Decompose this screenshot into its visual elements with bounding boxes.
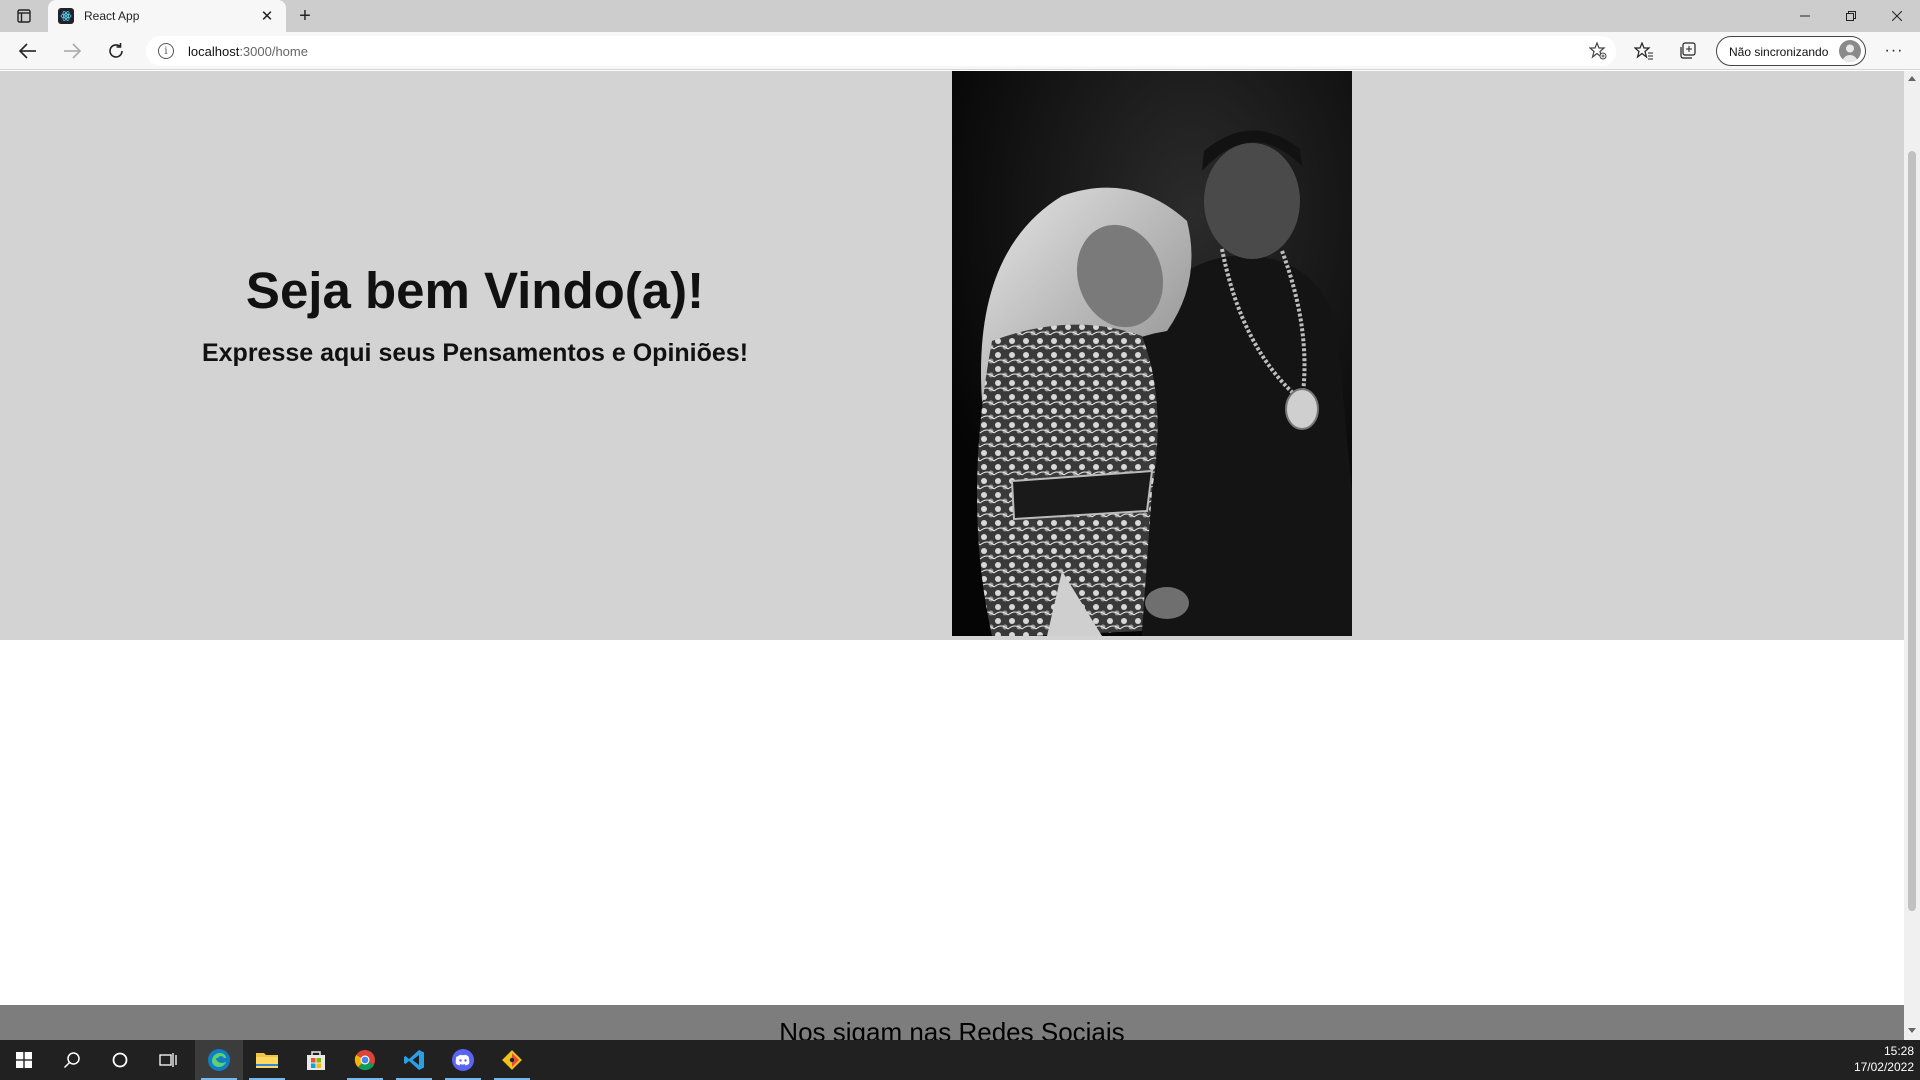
hero-section: Seja bem Vindo(a)! Expresse aqui seus Pe…	[0, 71, 1904, 640]
forward-button[interactable]	[58, 38, 86, 64]
git-icon[interactable]	[488, 1040, 536, 1080]
clock-date: 17/02/2022	[1853, 1060, 1914, 1074]
tab-title: React App	[84, 9, 140, 23]
chrome-icon[interactable]	[341, 1040, 389, 1080]
scroll-down-icon[interactable]	[1908, 1028, 1916, 1033]
scrollbar-thumb[interactable]	[1908, 151, 1916, 911]
refresh-button[interactable]	[102, 38, 130, 64]
hero-photo	[952, 71, 1352, 636]
file-explorer-icon[interactable]	[243, 1040, 291, 1080]
page-scrollbar[interactable]	[1904, 71, 1920, 1040]
task-view-icon[interactable]	[144, 1040, 192, 1080]
settings-more-button[interactable]: ···	[1880, 38, 1908, 64]
tab-strip: React App ✕ +	[0, 0, 1920, 32]
start-icon[interactable]	[0, 1040, 48, 1080]
favorites-icon[interactable]	[1632, 40, 1656, 62]
add-favorite-icon[interactable]	[1588, 41, 1608, 61]
close-window-button[interactable]	[1874, 0, 1920, 32]
page-viewport: Seja bem Vindo(a)! Expresse aqui seus Pe…	[0, 71, 1904, 1040]
profile-button[interactable]: Não sincronizando	[1716, 36, 1866, 66]
footer: Nos sigam nas Redes Sociais	[0, 1005, 1904, 1040]
restore-button[interactable]	[1828, 0, 1874, 32]
collections-icon[interactable]	[1676, 40, 1700, 62]
browser-tab[interactable]: React App ✕	[48, 0, 286, 32]
profile-status: Não sincronizando	[1729, 45, 1829, 59]
discord-icon[interactable]	[439, 1040, 487, 1080]
react-favicon-icon	[58, 8, 74, 24]
store-icon[interactable]	[292, 1040, 340, 1080]
tab-close-icon[interactable]: ✕	[258, 7, 276, 25]
url-text[interactable]: localhost:3000/home	[188, 44, 308, 59]
avatar	[1839, 40, 1861, 62]
cortana-icon[interactable]	[96, 1040, 144, 1080]
site-info-icon[interactable]: i	[158, 43, 174, 59]
tab-actions-icon[interactable]	[12, 6, 36, 26]
taskbar: 15:28 17/02/2022	[0, 1040, 1920, 1080]
scroll-up-icon[interactable]	[1908, 76, 1916, 81]
system-clock[interactable]: 15:28 17/02/2022	[1854, 1043, 1914, 1075]
welcome-heading: Seja bem Vindo(a)!	[245, 262, 705, 319]
clock-time: 15:28	[1883, 1044, 1914, 1058]
edge-icon[interactable]	[195, 1040, 243, 1080]
search-icon[interactable]	[48, 1040, 96, 1080]
new-tab-button[interactable]: +	[294, 5, 316, 27]
footer-social-text: Nos sigam nas Redes Sociais	[779, 1017, 1125, 1040]
browser-toolbar: i localhost:3000/home Não sincronizando …	[0, 32, 1920, 70]
back-button[interactable]	[14, 38, 42, 64]
address-bar[interactable]: i localhost:3000/home	[146, 36, 1616, 66]
minimize-button[interactable]	[1782, 0, 1828, 32]
vscode-icon[interactable]	[390, 1040, 438, 1080]
subtitle: Expresse aqui seus Pensamentos e Opiniõe…	[201, 339, 749, 367]
